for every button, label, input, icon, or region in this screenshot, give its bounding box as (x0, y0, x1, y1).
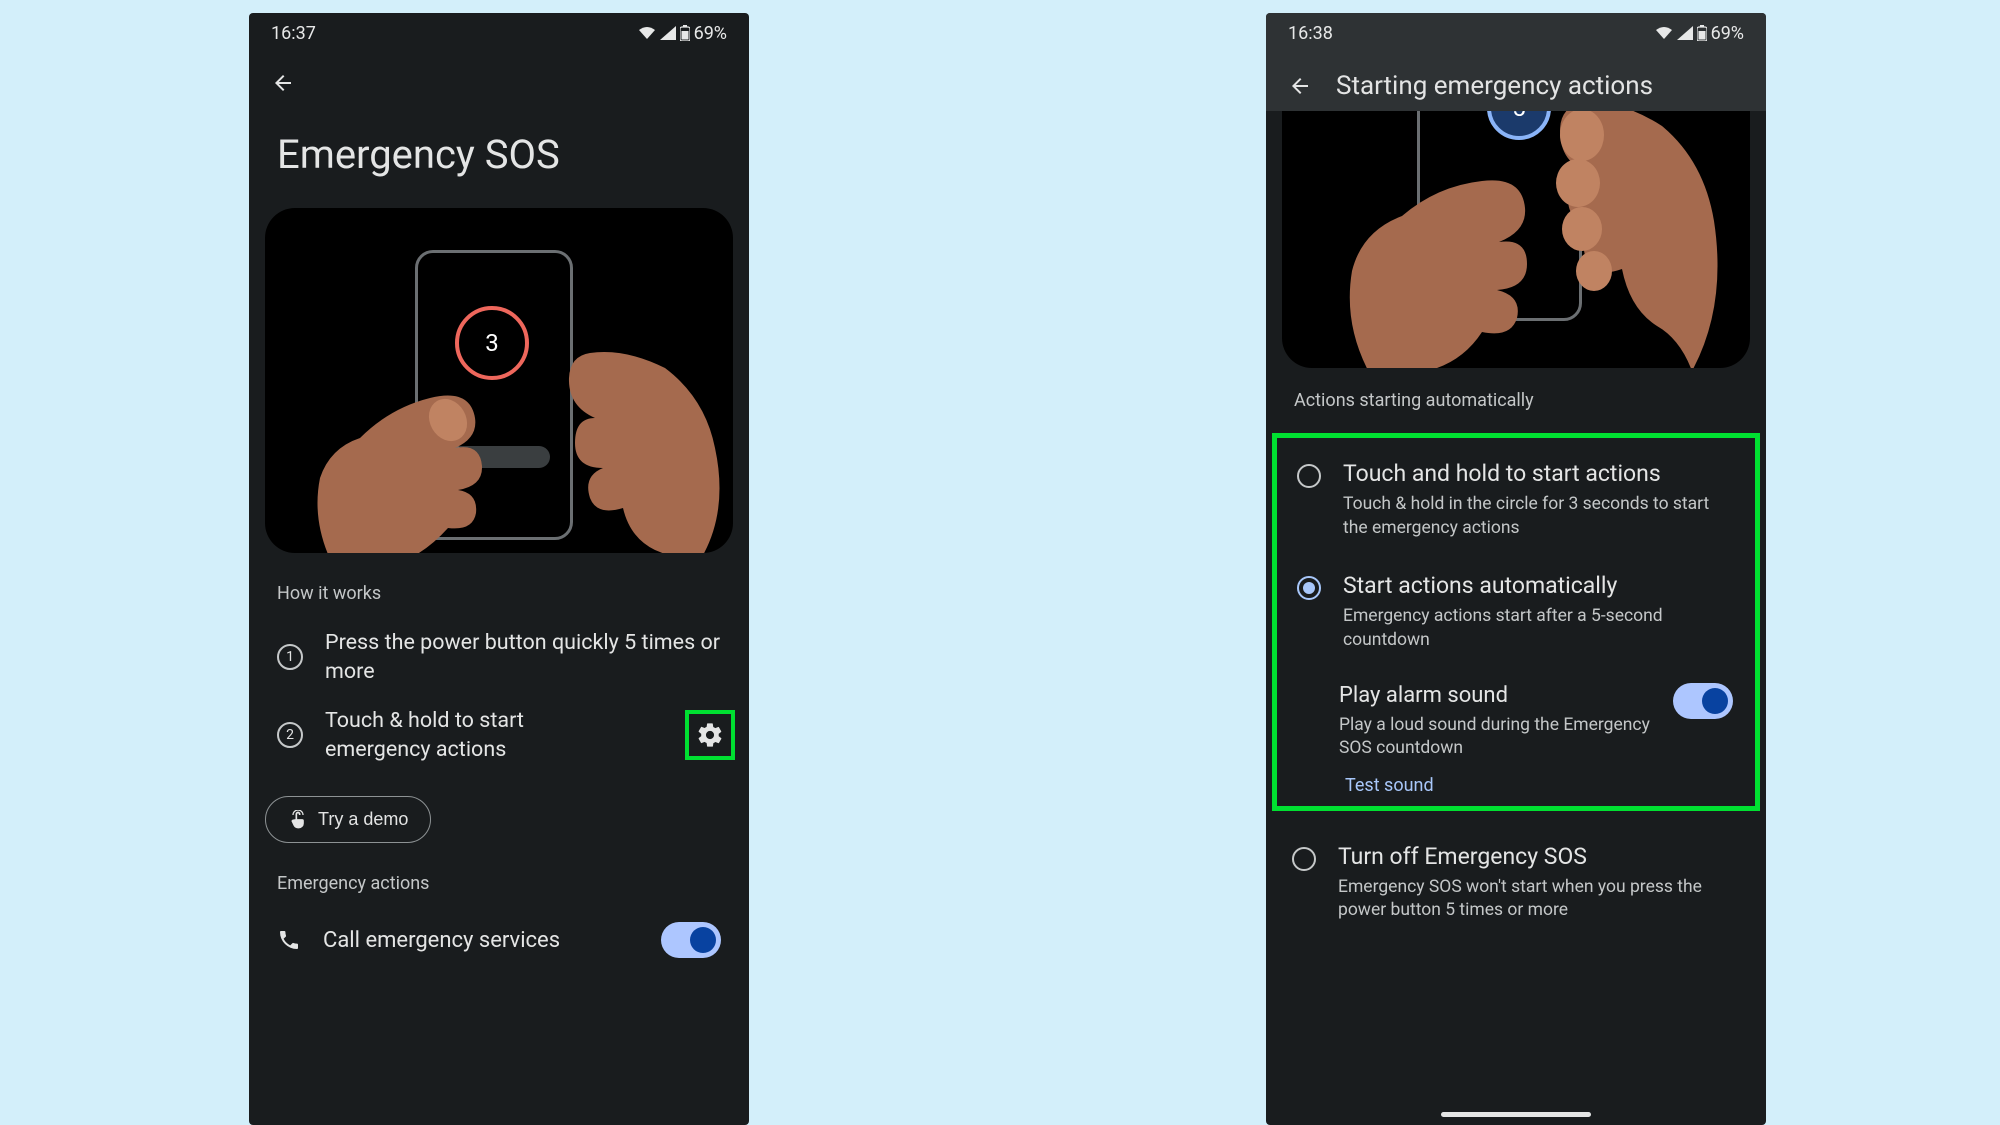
radio-icon[interactable] (1297, 576, 1321, 600)
phone-icon (277, 928, 301, 952)
try-demo-label: Try a demo (318, 809, 408, 830)
battery-icon (1697, 25, 1707, 41)
options-highlight-box: Touch and hold to start actions Touch & … (1272, 433, 1760, 811)
option-start-auto[interactable]: Start actions automatically Emergency ac… (1277, 556, 1755, 668)
gear-icon[interactable] (696, 721, 724, 749)
test-sound-link[interactable]: Test sound (1277, 765, 1755, 796)
battery-percent: 69% (1711, 23, 1744, 44)
actions-auto-label: Actions starting automatically (1266, 368, 1766, 425)
status-time: 16:37 (271, 23, 316, 44)
action-call-label: Call emergency services (323, 928, 560, 953)
nav-bar-handle[interactable] (1441, 1112, 1591, 1117)
status-bar: 16:38 69% (1266, 13, 1766, 53)
back-arrow-icon[interactable] (271, 71, 295, 95)
status-indicators: 69% (638, 23, 727, 44)
try-demo-button[interactable]: Try a demo (265, 796, 431, 843)
play-alarm-title: Play alarm sound (1339, 683, 1653, 708)
wifi-icon (1655, 26, 1673, 40)
step-1-number: 1 (277, 644, 303, 670)
battery-icon (680, 25, 690, 41)
status-bar: 16:37 69% (249, 13, 749, 53)
option-desc: Emergency SOS won't start when you press… (1338, 876, 1740, 923)
option-title: Turn off Emergency SOS (1338, 843, 1740, 870)
step-2: 2 Touch & hold to start emergency action… (249, 696, 749, 774)
action-call-emergency[interactable]: Call emergency services (249, 908, 749, 972)
hand-right-icon (1522, 111, 1732, 368)
page-title: Emergency SOS (249, 105, 749, 208)
phone-starting-actions: 16:38 69% Starting emergency actions 5 (1266, 13, 1766, 1125)
option-desc: Touch & hold in the circle for 3 seconds… (1343, 493, 1735, 540)
play-alarm-desc: Play a loud sound during the Emergency S… (1339, 714, 1653, 761)
phone-emergency-sos: 16:37 69% Emergency SOS 3 × How it works… (249, 13, 749, 1125)
emergency-actions-label: Emergency actions (249, 843, 749, 908)
action-call-toggle[interactable] (661, 922, 721, 958)
hero-illustration: 3 × (265, 208, 733, 553)
how-it-works-label: How it works (249, 553, 749, 618)
option-touch-hold[interactable]: Touch and hold to start actions Touch & … (1277, 444, 1755, 556)
status-time: 16:38 (1288, 23, 1333, 44)
option-desc: Emergency actions start after a 5-second… (1343, 605, 1735, 652)
hand-right-icon (535, 328, 733, 553)
status-indicators: 69% (1655, 23, 1744, 44)
step-2-text: Touch & hold to start emergency actions (325, 706, 575, 764)
radio-icon[interactable] (1297, 464, 1321, 488)
signal-icon (660, 26, 676, 40)
option-title: Start actions automatically (1343, 572, 1735, 599)
hero-illustration: 5 (1282, 111, 1750, 368)
play-alarm-toggle[interactable] (1673, 683, 1733, 719)
step-2-number: 2 (277, 722, 303, 748)
option-turn-off[interactable]: Turn off Emergency SOS Emergency SOS won… (1266, 819, 1766, 947)
step-1-text: Press the power button quickly 5 times o… (325, 628, 721, 686)
wifi-icon (638, 26, 656, 40)
app-bar (249, 53, 749, 105)
back-arrow-icon[interactable] (1288, 74, 1312, 98)
appbar-title: Starting emergency actions (1336, 71, 1653, 101)
gear-highlight-box (685, 710, 735, 760)
app-bar: Starting emergency actions (1266, 53, 1766, 111)
hand-left-icon (300, 348, 520, 553)
radio-icon[interactable] (1292, 847, 1316, 871)
battery-percent: 69% (694, 23, 727, 44)
play-alarm-row: Play alarm sound Play a loud sound durin… (1277, 669, 1755, 765)
step-1: 1 Press the power button quickly 5 times… (249, 618, 749, 696)
touch-icon (288, 810, 308, 830)
signal-icon (1677, 26, 1693, 40)
option-title: Touch and hold to start actions (1343, 460, 1735, 487)
